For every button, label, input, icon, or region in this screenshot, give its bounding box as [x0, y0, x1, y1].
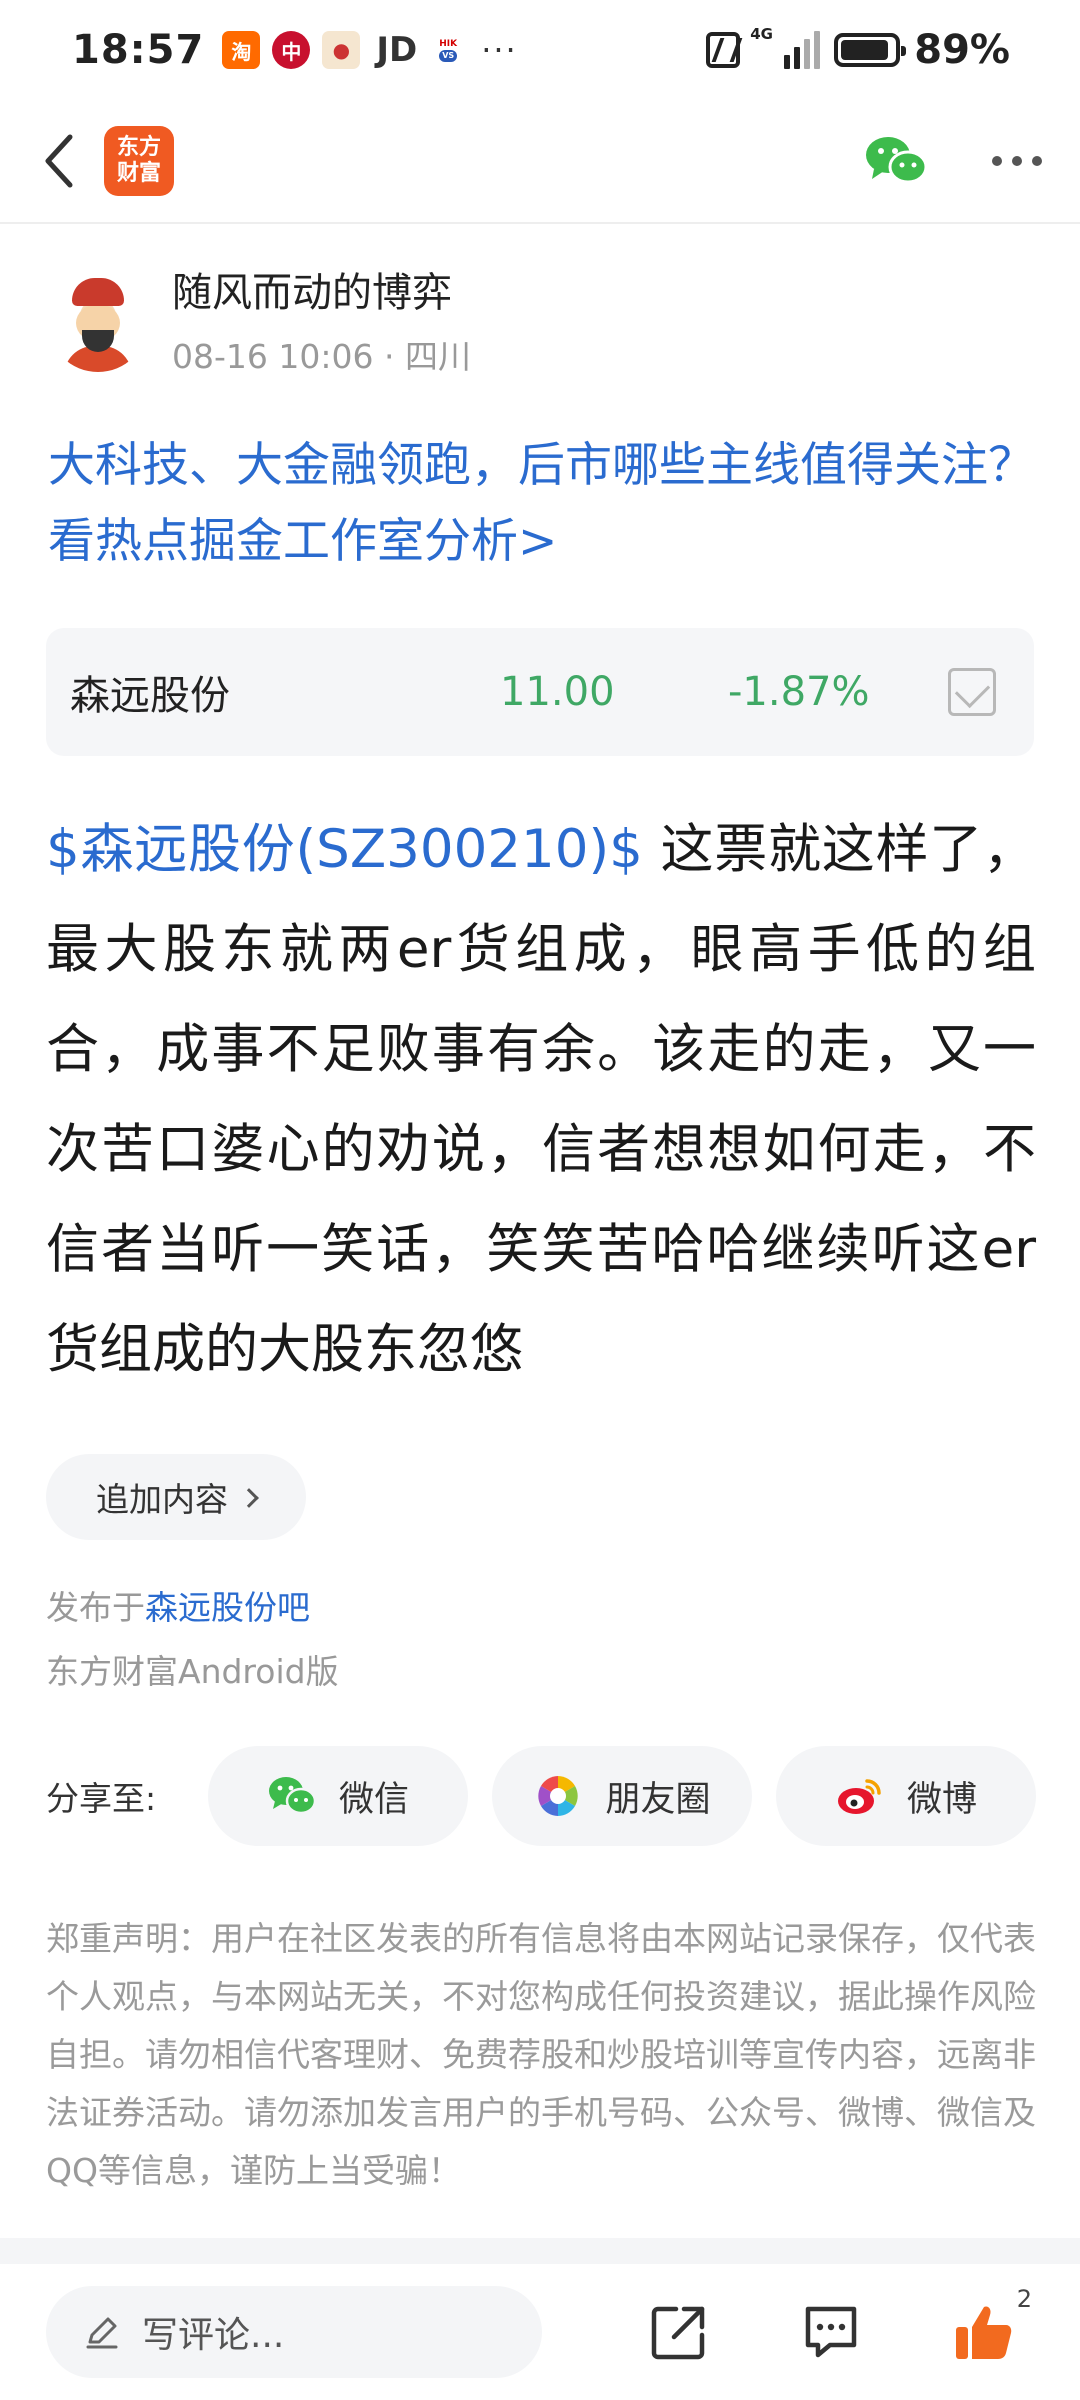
- share-row: 分享至: 微信 朋友圈 微博: [46, 1746, 1036, 1846]
- comment-input[interactable]: 写评论...: [46, 2286, 542, 2378]
- post-meta: 08-16 10:06 · 四川: [172, 337, 471, 376]
- stock-tag-link[interactable]: $森远股份(SZ300210)$: [46, 819, 643, 880]
- comment-icon[interactable]: [800, 2301, 862, 2363]
- like-icon[interactable]: 2: [952, 2285, 1032, 2363]
- stock-name: 森远股份: [70, 673, 230, 719]
- comment-placeholder: 写评论...: [142, 2315, 285, 2356]
- add-watchlist-checkbox[interactable]: [948, 668, 996, 716]
- publish-prefix: 发布于: [46, 1588, 145, 1627]
- stock-change: -1.87%: [728, 669, 870, 715]
- author-header[interactable]: 随风而动的博弈 08-16 10:06 · 四川: [48, 262, 1032, 382]
- author-name[interactable]: 随风而动的博弈: [172, 267, 471, 319]
- notification-icons: 淘 中 ● JD HIK VS: [222, 30, 467, 70]
- stock-price: 11.00: [500, 669, 615, 715]
- moments-icon: [538, 1776, 579, 1816]
- back-arrow-icon[interactable]: [28, 126, 88, 196]
- share-wechat-button[interactable]: 微信: [208, 1746, 468, 1846]
- brand-line-2: 财富: [116, 161, 161, 186]
- share-icon[interactable]: [648, 2301, 710, 2363]
- chevron-right-icon: [239, 1488, 259, 1508]
- hikvision-icon: HIK VS: [439, 39, 458, 62]
- bottom-action-bar: 写评论... 2: [0, 2264, 1080, 2400]
- stock-quote-card[interactable]: 森远股份 11.00 -1.87%: [46, 628, 1034, 756]
- post-body: $森远股份(SZ300210)$ 这票就这样了，最大股东就两er货组成，眼高手低…: [46, 800, 1036, 1400]
- signal-icon: 4G: [750, 25, 821, 69]
- wechat-icon: [268, 1777, 317, 1815]
- like-count: 2: [1016, 2285, 1032, 2313]
- more-notifications-icon: ···: [481, 31, 518, 69]
- brand-line-1: 东方: [116, 135, 161, 160]
- avatar[interactable]: [48, 272, 148, 372]
- cartoon-app-icon: ●: [322, 31, 361, 69]
- nav-bar: 东方 财富: [0, 100, 1080, 224]
- more-options-icon[interactable]: [992, 156, 1042, 166]
- share-wechat-label: 微信: [338, 1779, 409, 1820]
- section-divider: [0, 2238, 1080, 2264]
- share-label: 分享至:: [46, 1779, 157, 1818]
- network-type: 4G: [750, 25, 773, 43]
- share-moments-button[interactable]: 朋友圈: [492, 1746, 752, 1846]
- share-weibo-button[interactable]: 微博: [776, 1746, 1036, 1846]
- battery-icon: [834, 33, 907, 67]
- battery-percent: 89%: [914, 27, 1010, 73]
- eastmoney-logo[interactable]: 东方 财富: [104, 126, 174, 196]
- share-weibo-label: 微博: [906, 1779, 977, 1820]
- weibo-icon: [837, 1779, 881, 1814]
- stock-bar-link[interactable]: 森远股份吧: [145, 1588, 310, 1627]
- nfc-icon: [706, 32, 741, 68]
- bank-of-china-icon: 中: [272, 31, 311, 69]
- append-content-label: 追加内容: [96, 1480, 228, 1519]
- publish-info: 发布于森远股份吧: [46, 1586, 310, 1630]
- disclaimer-text: 郑重声明：用户在社区发表的所有信息将由本网站记录保存，仅代表个人观点，与本网站无…: [46, 1919, 1036, 2190]
- share-moments-label: 朋友圈: [605, 1779, 711, 1820]
- client-info: 东方财富Android版: [46, 1652, 339, 1691]
- taobao-icon: 淘: [222, 31, 261, 69]
- status-time: 18:57: [72, 27, 205, 73]
- pencil-icon: [86, 2317, 118, 2349]
- append-content-button[interactable]: 追加内容: [46, 1454, 306, 1540]
- jd-icon: JD: [376, 30, 418, 70]
- wechat-icon[interactable]: [864, 135, 928, 187]
- promo-headline-link[interactable]: 大科技、大金融领跑，后市哪些主线值得关注？看热点掘金工作室分析>: [48, 428, 1038, 580]
- post-text: 这票就这样了，最大股东就两er货组成，眼高手低的组合，成事不足败事有余。该走的走…: [46, 819, 1036, 1380]
- status-bar: 18:57 淘 中 ● JD HIK VS ··· 4G 89%: [0, 0, 1080, 100]
